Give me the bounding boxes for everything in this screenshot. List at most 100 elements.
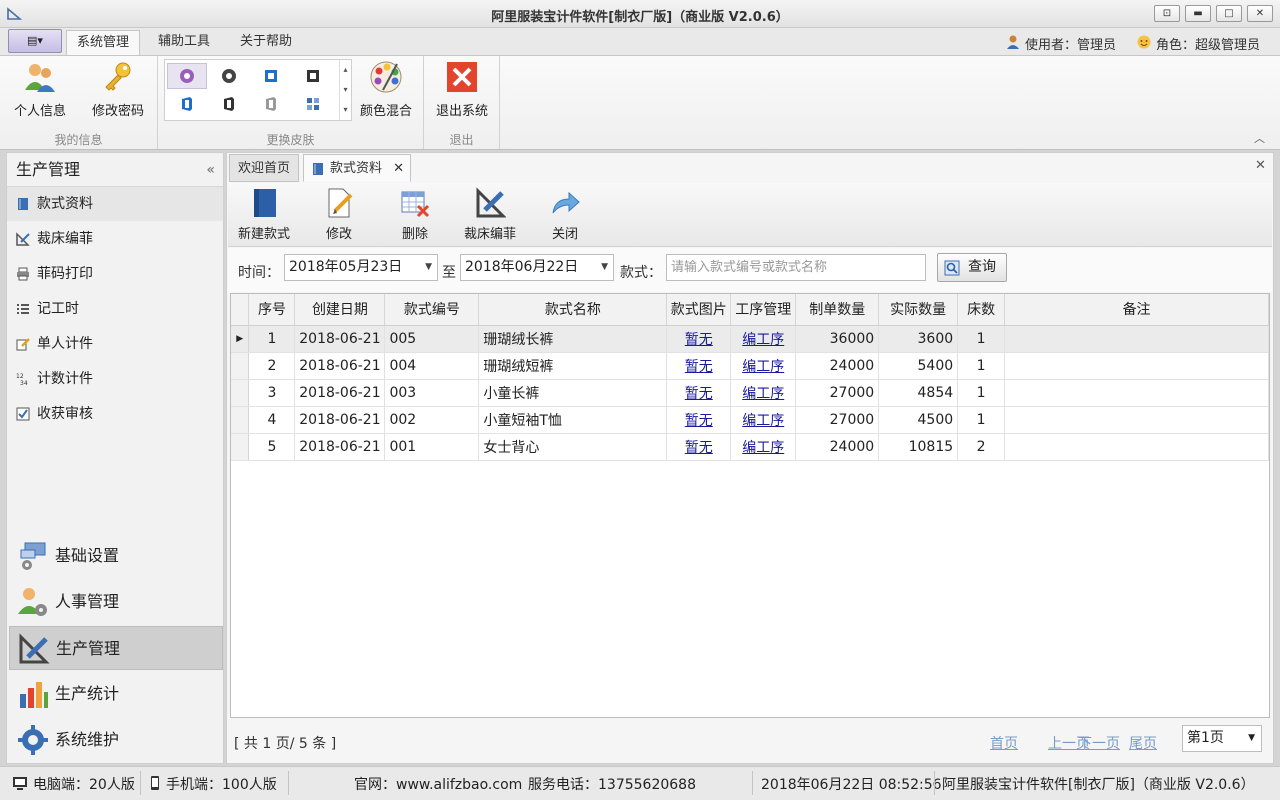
edit-process-link[interactable]: 编工序 xyxy=(742,440,784,456)
skin-option-office-2013-dark[interactable] xyxy=(209,91,249,117)
cell-order-qty: 27000 xyxy=(795,379,880,407)
pc-edition: 电脑端：20人版 xyxy=(33,777,135,793)
image-link[interactable]: 暂无 xyxy=(685,359,713,375)
collapse-sidebar-icon[interactable]: « xyxy=(206,153,215,187)
page-select[interactable]: 第1页 ▼ xyxy=(1182,725,1262,752)
fullscreen-button[interactable]: ⊡ xyxy=(1154,5,1180,22)
sidebar-item-single-piecework[interactable]: 单人计件 xyxy=(7,327,223,361)
nav-production-management[interactable]: 生产管理 xyxy=(9,626,223,670)
color-blend-button[interactable]: 颜色混合 xyxy=(354,60,418,124)
skin-option-office-2013-blue[interactable] xyxy=(167,91,207,117)
collapse-ribbon-icon[interactable]: ︿ xyxy=(1254,130,1265,146)
row-indicator xyxy=(231,406,250,434)
close-all-tabs-icon[interactable]: ✕ xyxy=(1255,158,1266,173)
edit-button[interactable]: 修改 xyxy=(312,185,366,245)
edit-process-link[interactable]: 编工序 xyxy=(742,386,784,402)
menu-tab-tools[interactable]: 辅助工具 xyxy=(148,30,220,55)
nav-production-stats[interactable]: 生产统计 xyxy=(9,672,223,716)
date-to-picker[interactable]: 2018年06月22日 ▼ xyxy=(460,254,614,281)
cell-actual-qty: 3600 xyxy=(878,325,959,353)
close-window-button[interactable]: ✕ xyxy=(1247,5,1273,22)
cell-no: 1 xyxy=(248,325,296,353)
table-row[interactable]: 5 2018-06-21 001 女士背心 暂无 编工序 24000 10815… xyxy=(231,433,1269,461)
nav-basic-settings[interactable]: 基础设置 xyxy=(9,534,223,578)
minimize-button[interactable]: ▬ xyxy=(1185,5,1211,22)
cell-code: 002 xyxy=(384,406,480,434)
sidebar-item-audit[interactable]: 收获审核 xyxy=(7,397,223,431)
toolbar-label: 裁床编菲 xyxy=(463,227,516,242)
edit-process-link[interactable]: 编工序 xyxy=(742,413,784,429)
search-input[interactable]: 请输入款式编号或款式名称 xyxy=(666,254,926,281)
table-row[interactable]: 3 2018-06-21 003 小童长裤 暂无 编工序 27000 4854 … xyxy=(231,379,1269,407)
column-header[interactable]: 床数 xyxy=(957,294,1006,326)
edit-process-link[interactable]: 编工序 xyxy=(742,332,784,348)
sidebar-item-print[interactable]: 菲码打印 xyxy=(7,257,223,291)
arrow-icon xyxy=(552,191,580,214)
sidebar-item-cutting[interactable]: 裁床编菲 xyxy=(7,222,223,256)
chevron-down-icon: ▼ xyxy=(1248,733,1255,743)
column-header[interactable]: 工序管理 xyxy=(730,294,797,326)
sidebar-title: 生产管理 xyxy=(16,160,81,179)
skin-option-metro[interactable] xyxy=(293,91,333,117)
cell-no: 2 xyxy=(248,352,296,380)
menu-tab-system[interactable]: 系统管理 xyxy=(66,30,141,55)
cell-code: 001 xyxy=(384,433,480,461)
column-header[interactable]: 创建日期 xyxy=(294,294,386,326)
nav-hr-management[interactable]: 人事管理 xyxy=(9,580,223,624)
nav-system-maintenance[interactable]: 系统维护 xyxy=(9,718,223,762)
column-header[interactable]: 款式图片 xyxy=(666,294,732,326)
skin-option-dark[interactable] xyxy=(209,63,249,89)
skin-option-office-blue[interactable] xyxy=(251,63,291,89)
pager-summary: [ 共 1 页/ 5 条 ] xyxy=(234,736,337,752)
app-menu-button[interactable]: ▤▾ xyxy=(8,29,62,53)
new-style-button[interactable]: 新建款式 xyxy=(234,185,294,245)
date-from-picker[interactable]: 2018年05月23日 ▼ xyxy=(284,254,438,281)
sidebar-item-count-piecework[interactable]: 12 34 计数计件 xyxy=(7,362,223,396)
cell-name: 小童短袖T恤 xyxy=(478,406,668,434)
table-row[interactable]: 4 2018-06-21 002 小童短袖T恤 暂无 编工序 27000 450… xyxy=(231,406,1269,434)
close-button[interactable]: 关闭 xyxy=(540,185,590,245)
close-tab-icon[interactable]: ✕ xyxy=(393,155,404,182)
column-header[interactable]: 备注 xyxy=(1004,294,1269,326)
tab-welcome[interactable]: 欢迎首页 xyxy=(229,154,300,182)
profile-button[interactable]: 个人信息 xyxy=(8,60,72,124)
tab-style-info[interactable]: 款式资料 ✕ xyxy=(303,154,412,182)
table-row[interactable]: ▶ 1 2018-06-21 005 珊瑚绒长裤 暂无 编工序 36000 36… xyxy=(231,325,1269,353)
menu-tab-help[interactable]: 关于帮助 xyxy=(230,30,302,55)
image-link[interactable]: 暂无 xyxy=(685,413,713,429)
image-link[interactable]: 暂无 xyxy=(685,386,713,402)
toolbar-label: 关闭 xyxy=(551,227,578,242)
change-password-button[interactable]: 修改密码 xyxy=(86,60,150,124)
image-link[interactable]: 暂无 xyxy=(685,440,713,456)
exit-system-label: 退出系统 xyxy=(435,104,488,119)
sidebar-item-timesheet[interactable]: 记工时 xyxy=(7,292,223,326)
skin-option-office-2013-gray[interactable] xyxy=(251,91,291,117)
edit-process-link[interactable]: 编工序 xyxy=(742,359,784,375)
cell-date: 2018-06-21 xyxy=(294,406,386,434)
delete-button[interactable]: 删除 xyxy=(388,185,442,245)
last-page-link[interactable]: 尾页 xyxy=(1129,733,1157,753)
cell-no: 3 xyxy=(248,379,296,407)
nav-label: 生产统计 xyxy=(55,684,120,703)
column-header[interactable]: 制单数量 xyxy=(795,294,880,326)
cell-note xyxy=(1004,433,1269,461)
column-header[interactable]: 款式名称 xyxy=(478,294,668,326)
skin-option-office-black[interactable] xyxy=(293,63,333,89)
image-link[interactable]: 暂无 xyxy=(685,332,713,348)
cell-order-qty: 27000 xyxy=(795,406,880,434)
query-button[interactable]: 查询 xyxy=(937,253,1007,282)
sidebar-item-label: 记工时 xyxy=(37,301,79,317)
first-page-link[interactable]: 首页 xyxy=(990,733,1018,753)
skin-gallery-scroll[interactable]: ▴ ▾ ▾ xyxy=(339,60,351,120)
cutting-button[interactable]: 裁床编菲 xyxy=(460,185,520,245)
cell-order-qty: 24000 xyxy=(795,433,880,461)
column-header[interactable]: 序号 xyxy=(248,294,296,326)
skin-option-vs2010[interactable] xyxy=(167,63,207,89)
table-row[interactable]: 2 2018-06-21 004 珊瑚绒短裤 暂无 编工序 24000 5400… xyxy=(231,352,1269,380)
column-header[interactable]: 款式编号 xyxy=(384,294,480,326)
exit-system-button[interactable]: 退出系统 xyxy=(430,60,494,124)
sidebar-item-style-info[interactable]: 款式资料 xyxy=(7,187,223,221)
maximize-button[interactable]: □ xyxy=(1216,5,1242,22)
column-header[interactable]: 实际数量 xyxy=(878,294,959,326)
next-page-link[interactable]: 下一页 xyxy=(1078,733,1120,753)
